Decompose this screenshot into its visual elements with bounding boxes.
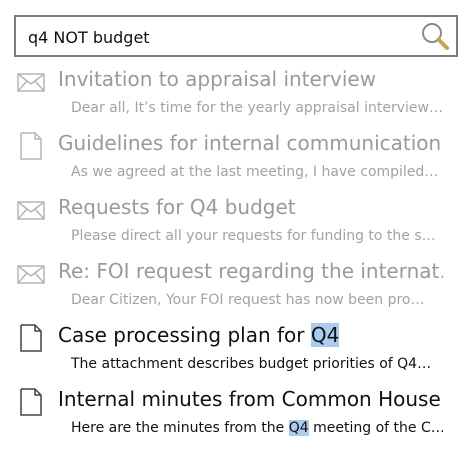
result-title: Re: FOI request regarding the internat… (58, 259, 443, 283)
document-icon (20, 324, 42, 352)
search-highlight: Q4 (288, 420, 309, 436)
results-list: Invitation to appraisal interview Dear a… (0, 62, 475, 446)
result-preview: As we agreed at the last meeting, I have… (71, 164, 439, 180)
result-title: Requests for Q4 budget (58, 195, 296, 219)
result-item[interactable]: Invitation to appraisal interview Dear a… (0, 62, 475, 126)
result-title: Invitation to appraisal interview (58, 67, 377, 91)
result-preview: Here are the minutes from the Q4 meeting… (71, 418, 443, 438)
document-icon (20, 132, 42, 160)
search-button[interactable] (418, 20, 452, 52)
envelope-icon (17, 265, 45, 284)
preview-text: Here are the minutes from the (71, 420, 289, 436)
result-item[interactable]: Case processing plan for Q4 The attachme… (0, 318, 475, 382)
result-item[interactable]: Guidelines for internal communication As… (0, 126, 475, 190)
result-title: Case processing plan for Q4 (58, 321, 443, 349)
document-icon (20, 388, 42, 416)
search-icon (422, 23, 449, 50)
preview-text: meeting of the C… (308, 420, 443, 436)
envelope-icon (17, 73, 45, 92)
result-preview: The attachment describes budget prioriti… (71, 356, 432, 372)
result-preview: Dear Citizen, Your FOI request has now b… (71, 292, 425, 308)
result-title: Guidelines for internal communication (58, 131, 442, 155)
result-item[interactable]: Requests for Q4 budget Please direct all… (0, 190, 475, 254)
search-box (14, 15, 458, 57)
envelope-icon (17, 201, 45, 220)
result-title: Internal minutes from Common House… (58, 387, 443, 411)
title-text: Case processing plan for (58, 323, 311, 347)
search-highlight: Q4 (310, 323, 340, 347)
result-item[interactable]: Re: FOI request regarding the internat… … (0, 254, 475, 318)
result-preview: Dear all, It’s time for the yearly appra… (71, 100, 443, 116)
search-input[interactable] (28, 25, 408, 49)
result-preview: Please direct all your requests for fund… (71, 228, 436, 244)
result-item[interactable]: Internal minutes from Common House… Here… (0, 382, 475, 446)
